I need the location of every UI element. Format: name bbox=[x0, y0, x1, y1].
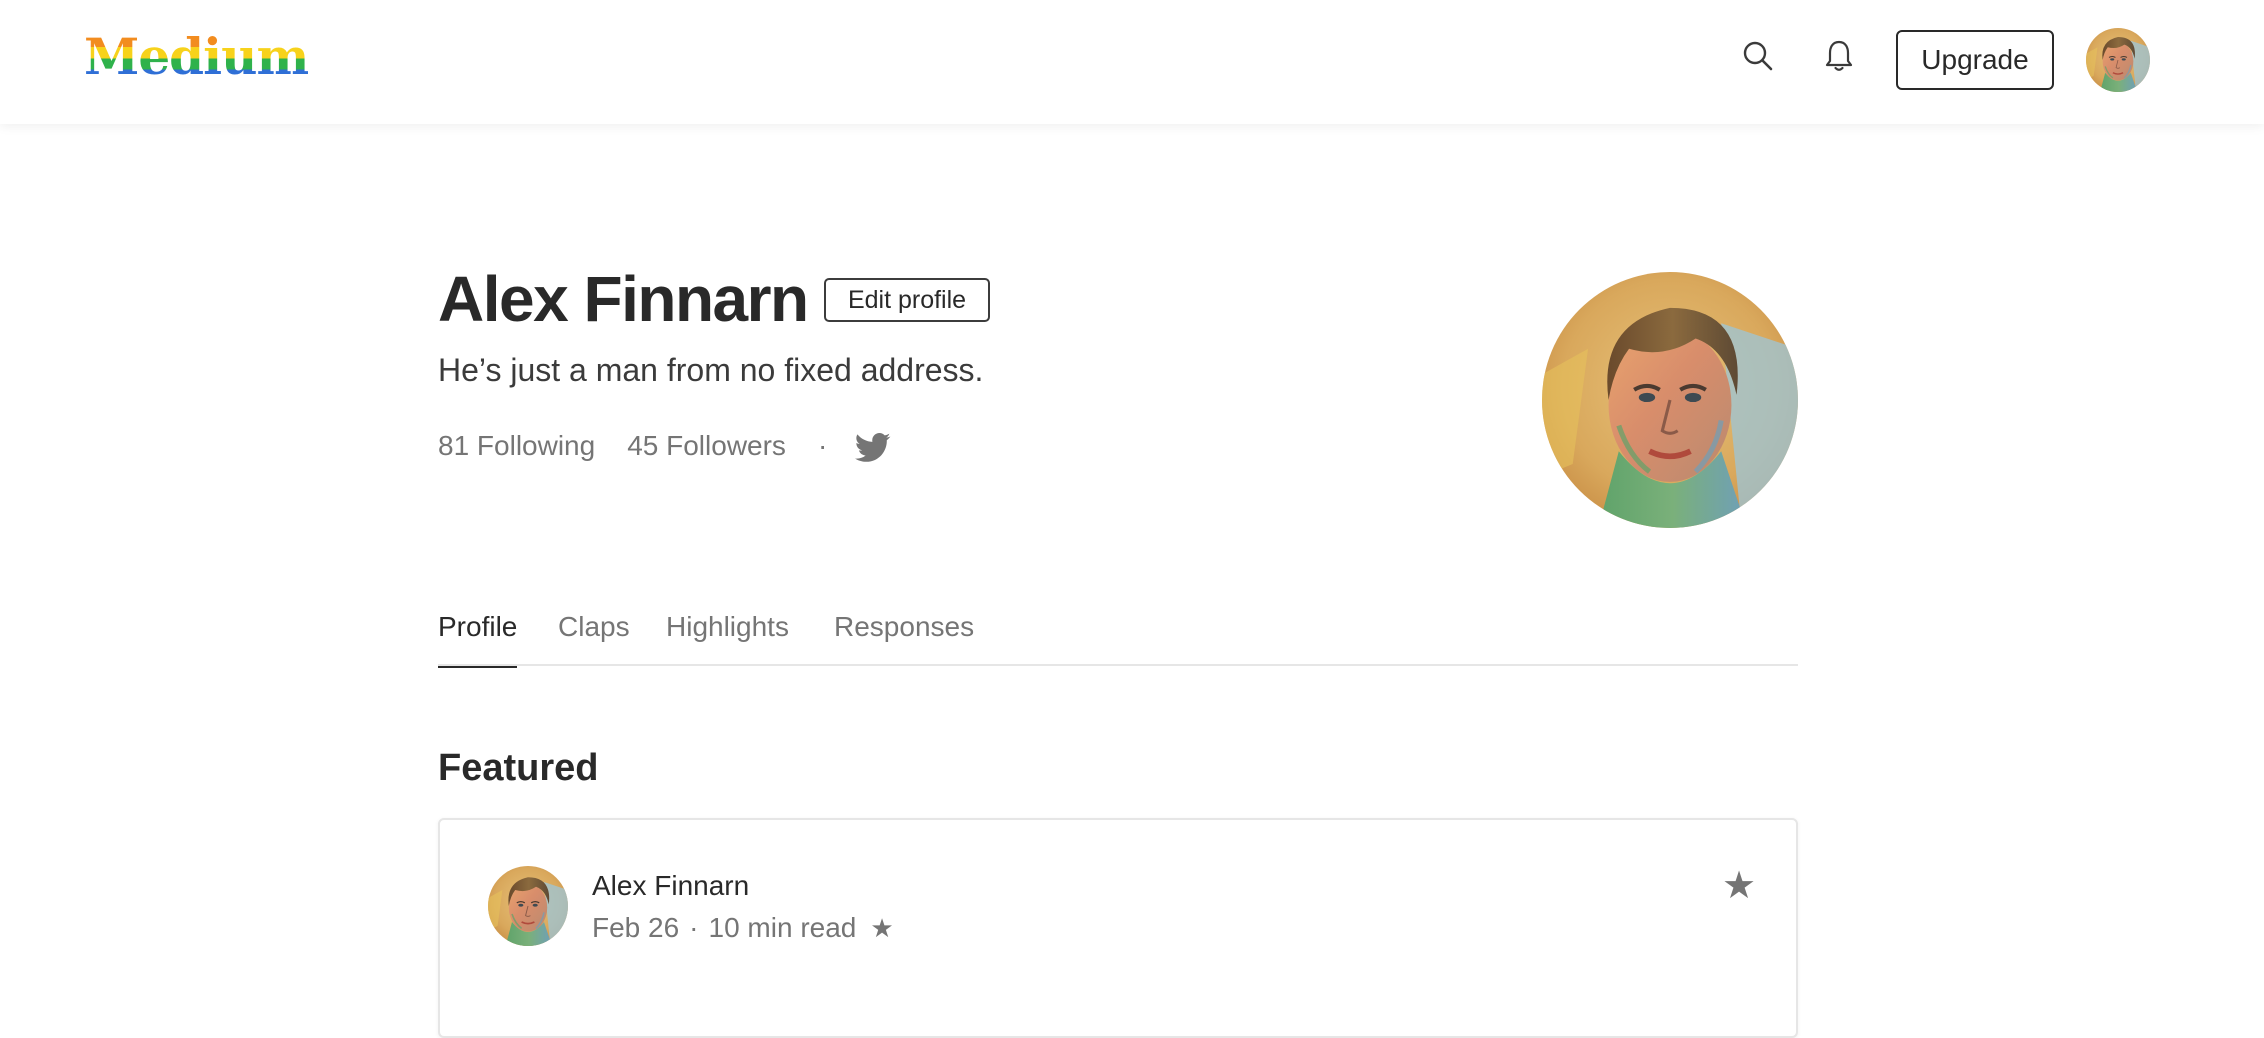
author-avatar[interactable] bbox=[488, 866, 568, 946]
profile-photo bbox=[1542, 272, 1798, 528]
meta-separator: · bbox=[689, 912, 699, 943]
profile-bio: He’s just a man from no fixed address. bbox=[438, 352, 984, 388]
following-count-link[interactable]: 81 Following bbox=[438, 430, 595, 462]
upgrade-button[interactable]: Upgrade bbox=[1896, 30, 2054, 90]
tab-responses[interactable]: Responses bbox=[834, 600, 974, 666]
profile-tabs: Profile Claps Highlights Responses bbox=[438, 600, 1798, 668]
star-icon[interactable]: ★ bbox=[1722, 864, 1756, 908]
edit-profile-button[interactable]: Edit profile bbox=[824, 278, 990, 322]
user-avatar[interactable] bbox=[2086, 28, 2150, 92]
bell-icon[interactable] bbox=[1819, 36, 1859, 76]
stats-separator: · bbox=[817, 430, 828, 461]
member-only-star-icon: ★ bbox=[870, 913, 894, 943]
search-icon[interactable] bbox=[1738, 36, 1778, 76]
profile-stats: 81 Following 45 Followers · bbox=[438, 422, 891, 470]
story-date: Feb 26 bbox=[592, 912, 680, 943]
followers-count-link[interactable]: 45 Followers bbox=[627, 430, 786, 462]
top-navigation-bar: Medium Upgrade bbox=[0, 0, 2264, 124]
read-time: 10 min read bbox=[708, 912, 857, 943]
tab-highlights[interactable]: Highlights bbox=[666, 600, 789, 666]
tab-profile[interactable]: Profile bbox=[438, 600, 518, 668]
profile-name: Alex Finnarn bbox=[438, 263, 809, 335]
author-name-link[interactable]: Alex Finnarn bbox=[592, 866, 749, 906]
medium-logo[interactable]: Medium bbox=[84, 22, 309, 92]
tab-claps[interactable]: Claps bbox=[558, 600, 630, 666]
featured-heading: Featured bbox=[438, 747, 599, 789]
featured-story-card[interactable]: Alex Finnarn Feb 26 · 10 min read ★ ★ bbox=[438, 818, 1798, 1038]
twitter-icon[interactable] bbox=[855, 432, 891, 464]
story-meta: Feb 26 · 10 min read ★ bbox=[592, 908, 894, 948]
